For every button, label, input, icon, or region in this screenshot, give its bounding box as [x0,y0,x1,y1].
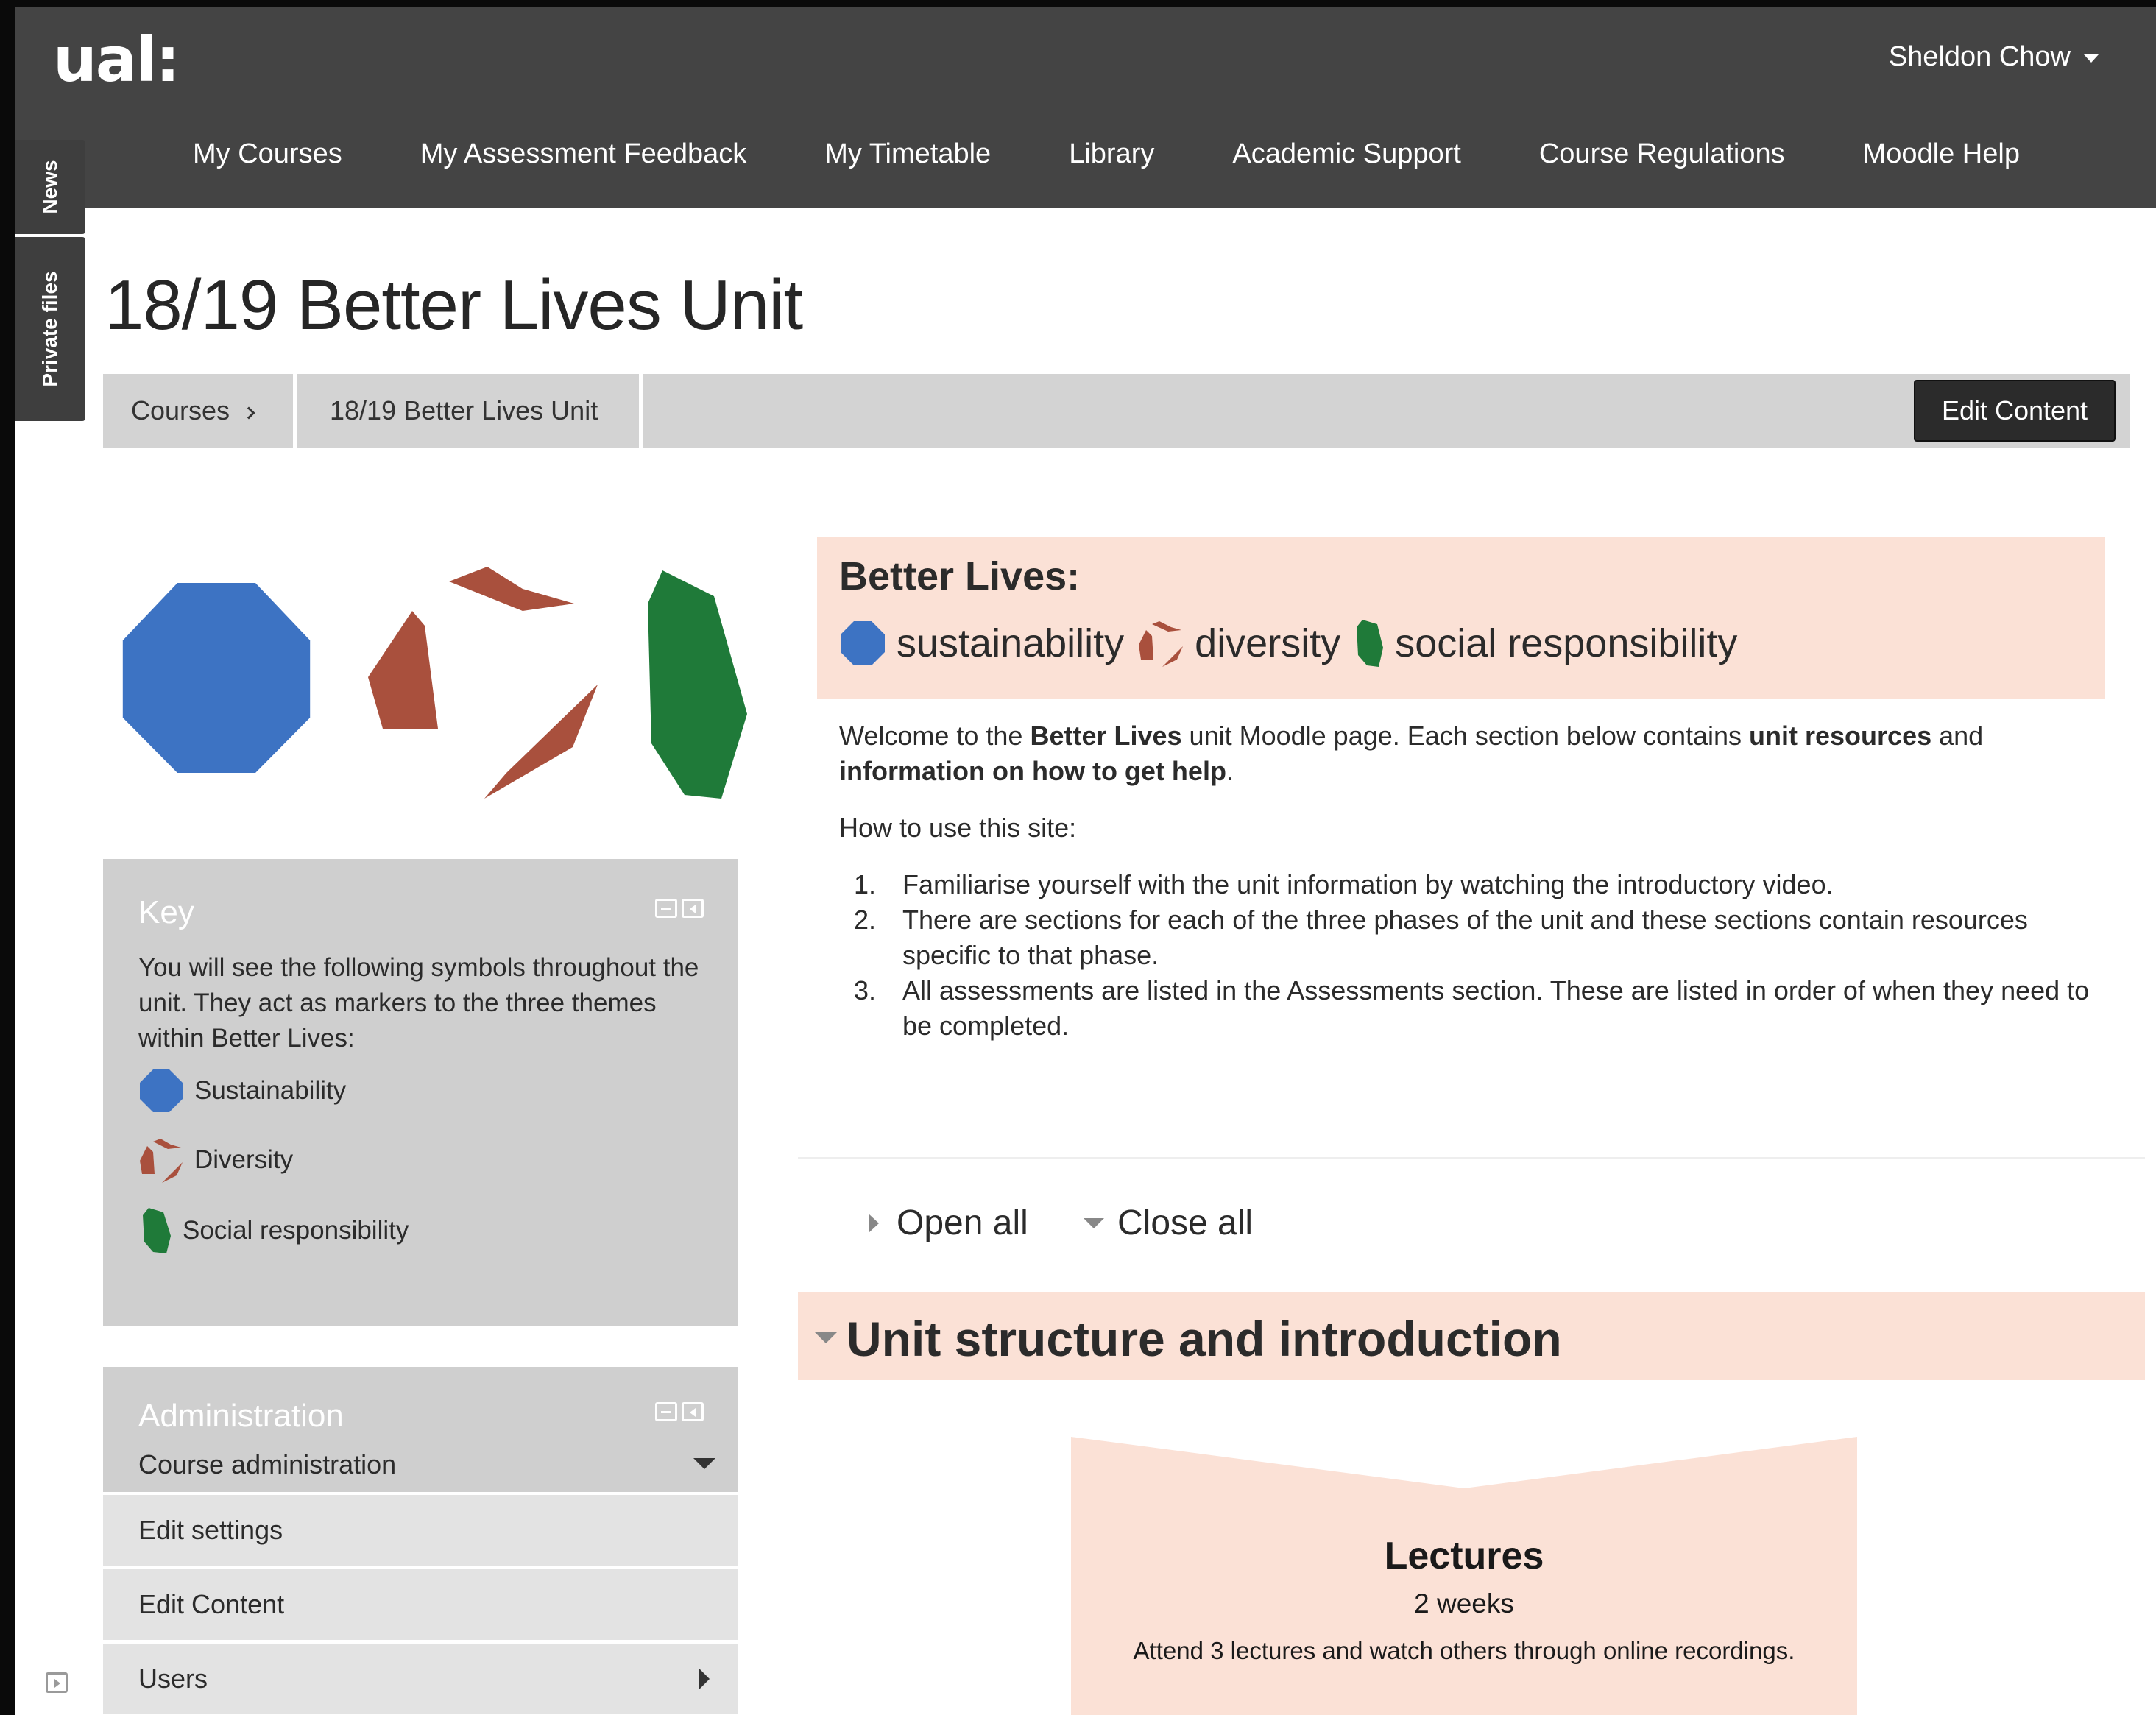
social-responsibility-icon [143,1208,171,1253]
admin-users-label: Users [138,1663,208,1694]
diversity-icon [1139,621,1184,667]
divider [798,1157,2145,1159]
intro-bold: information on how to get help [839,756,1226,786]
list-item: 1. Familiarise yourself with the unit inf… [854,869,1834,899]
intro-text: unit Moodle page. Each section below con… [1181,721,1750,751]
nav-course-regulations[interactable]: Course Regulations [1539,138,1785,170]
key-item-label: Diversity [194,1145,294,1174]
intro-text: and [1931,721,1984,751]
theme-sustainability: sustainability [897,621,1125,665]
course-administration-label[interactable]: Course administration [138,1449,396,1480]
top-bar: ual: Sheldon Chow My Courses My Assessme… [15,7,2156,208]
user-menu[interactable]: Sheldon Chow [1889,41,2099,73]
nav-my-timetable[interactable]: My Timetable [824,138,991,170]
section-header[interactable]: Unit structure and introduction [798,1292,2145,1380]
triangle-right-icon [869,1213,879,1233]
lectures-duration: 2 weeks [1414,1588,1514,1619]
private-files-tab[interactable]: Private files [15,237,85,421]
diversity-shape-bottom [484,685,598,799]
breadcrumb-courses[interactable]: Courses [103,374,297,448]
dock-icon[interactable] [682,899,704,918]
administration-controls [655,1402,704,1421]
key-item-sustainability: Sustainability [138,1068,346,1114]
triangle-down-icon [814,1332,838,1343]
social-responsibility-icon [1357,620,1384,667]
chevron-right-icon [242,406,255,420]
list-item: 3. All assessments are listed in the Asse… [854,975,2090,1041]
open-all-label: Open all [897,1203,1028,1242]
main-nav: My Courses My Assessment Feedback My Tim… [193,138,2098,170]
administration-block: Administration Course administration Edi… [103,1367,738,1715]
lectures-title: Lectures [1384,1535,1544,1577]
steps-list: 1. Familiarise yourself with the unit inf… [854,867,2090,1044]
sustainability-octagon-shape [122,583,311,773]
key-description: You will see the following symbols throu… [138,953,699,1053]
dock-sidebar-icon[interactable] [46,1672,68,1693]
theme-diversity: diversity [1195,621,1341,665]
banner-themes: sustainability diversity social responsi… [839,618,1750,668]
diversity-shape-top [449,567,574,611]
intro-bold: Better Lives [1030,721,1182,751]
key-block-controls [655,899,704,918]
administration-header: Administration Course administration [103,1367,738,1492]
theme-social-responsibility: social responsibility [1395,621,1738,665]
intro-text: . [1226,756,1234,786]
nav-my-assessment-feedback[interactable]: My Assessment Feedback [420,138,747,170]
dock-icon[interactable] [682,1402,704,1421]
banner-title: Better Lives: [839,554,1081,598]
admin-edit-content[interactable]: Edit Content [103,1569,738,1640]
collapse-icon[interactable] [655,899,677,918]
nav-library[interactable]: Library [1069,138,1154,170]
screen: ual: Sheldon Chow My Courses My Assessme… [15,7,2156,1715]
social-responsibility-shape [648,570,747,799]
list-item: 2. There are sections for each of the thr… [854,905,2028,970]
chevron-right-icon [699,1669,710,1689]
edit-content-button[interactable]: Edit Content [1914,380,2116,442]
nav-moodle-help[interactable]: Moodle Help [1863,138,2020,170]
triangle-down-icon [1084,1217,1104,1228]
breadcrumb-courses-label: Courses [131,395,230,425]
intro-paragraph: Welcome to the Better Lives unit Moodle … [839,718,2090,789]
key-item-social-responsibility: Social responsibility [138,1206,409,1255]
lectures-card: Lectures 2 weeks Attend 3 lectures and w… [1071,1437,1857,1715]
lectures-description: Attend 3 lectures and watch others throu… [1133,1637,1795,1664]
key-block: Key You will see the following symbols t… [103,859,738,1326]
how-to-heading: How to use this site: [839,813,1077,843]
section-title: Unit structure and introduction [847,1312,1562,1366]
key-item-label: Sustainability [194,1076,347,1105]
ual-logo[interactable]: ual: [53,24,180,96]
page-title: 18/19 Better Lives Unit [105,266,803,344]
better-lives-banner: Better Lives: sustainability diversity s… [817,537,2105,699]
diversity-icon [140,1139,183,1183]
intro-bold: unit resources [1749,721,1932,751]
close-all-label: Close all [1117,1203,1254,1242]
breadcrumb: Courses 18/19 Better Lives Unit Edit Con… [103,374,2130,448]
caret-down-icon[interactable] [693,1458,715,1469]
nav-academic-support[interactable]: Academic Support [1232,138,1461,170]
key-item-label: Social responsibility [183,1216,409,1245]
admin-edit-settings[interactable]: Edit settings [103,1495,738,1566]
admin-users[interactable]: Users [103,1644,738,1714]
administration-title: Administration [138,1398,344,1434]
close-all-button[interactable]: Close all [1084,1203,1253,1243]
key-block-title: Key [138,894,194,930]
sustainability-icon [841,621,885,665]
caret-down-icon [2084,54,2099,63]
user-name: Sheldon Chow [1888,41,2071,72]
key-item-diversity: Diversity [138,1137,293,1183]
private-files-tab-label: Private files [38,271,61,387]
nav-my-courses[interactable]: My Courses [193,138,342,170]
news-tab-label: News [38,160,61,214]
intro-text: Welcome to the [839,721,1031,751]
diversity-shape-left [368,611,438,729]
open-all-button[interactable]: Open all [869,1203,1028,1243]
news-tab[interactable]: News [15,140,85,234]
collapse-icon[interactable] [655,1402,677,1421]
better-lives-logo [122,567,747,799]
breadcrumb-unit[interactable]: 18/19 Better Lives Unit [302,374,643,448]
sustainability-icon [140,1069,183,1112]
